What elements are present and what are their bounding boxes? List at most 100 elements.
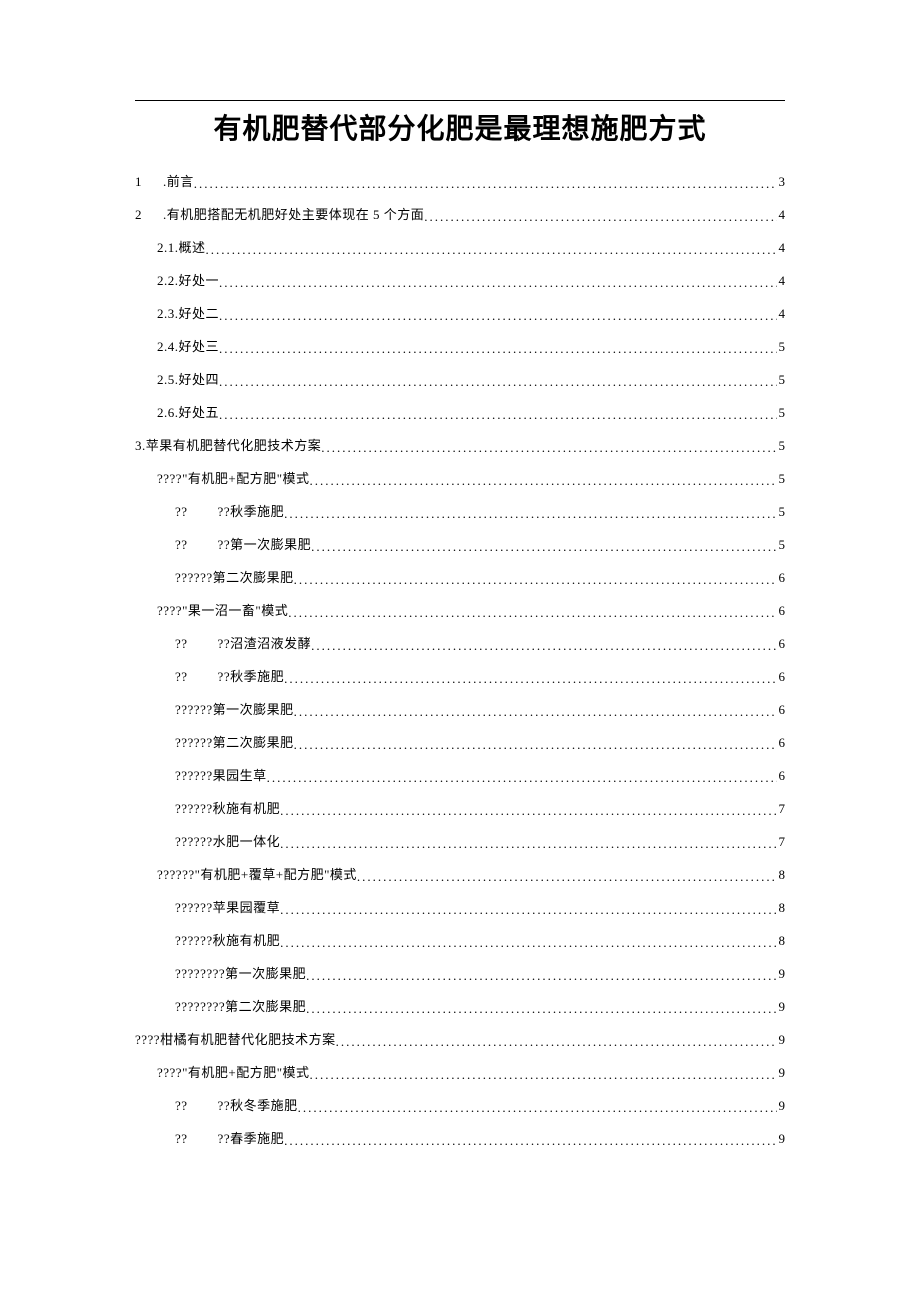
toc-label: ????秋季施肥 bbox=[175, 670, 284, 683]
toc-page-number: 8 bbox=[777, 868, 786, 881]
toc-label: ??????第一次膨果肥 bbox=[175, 703, 294, 716]
page-title: 有机肥替代部分化肥是最理想施肥方式 bbox=[135, 107, 785, 147]
toc-label: ????"果一沼一畜"模式 bbox=[157, 604, 288, 617]
toc-label: ??????秋施有机肥 bbox=[175, 802, 280, 815]
toc-page-number: 5 bbox=[777, 340, 786, 353]
toc-leader bbox=[280, 903, 776, 916]
toc-leader bbox=[280, 936, 776, 949]
toc-label: ??????第二次膨果肥 bbox=[175, 571, 294, 584]
toc-page-number: 6 bbox=[777, 769, 786, 782]
toc-label: ??????果园生草 bbox=[175, 769, 267, 782]
toc-entry: 2.4.好处三 5 bbox=[135, 340, 785, 353]
toc-page-number: 5 bbox=[777, 406, 786, 419]
toc-page-number: 6 bbox=[777, 670, 786, 683]
toc-leader bbox=[310, 1068, 777, 1081]
toc-label: ????沼渣沼液发酵 bbox=[175, 637, 311, 650]
toc-entry: ????第一次膨果肥 5 bbox=[135, 538, 785, 551]
toc-entry: ??????第一次膨果肥 6 bbox=[135, 703, 785, 716]
toc-entry: ????柑橘有机肥替代化肥技术方案 9 bbox=[135, 1033, 785, 1046]
toc-label: 2.3.好处二 bbox=[157, 307, 219, 320]
toc-page-number: 8 bbox=[777, 901, 786, 914]
toc-entry: 2.1.概述 4 bbox=[135, 241, 785, 254]
toc-entry: ????秋季施肥 6 bbox=[135, 670, 785, 683]
toc-page-number: 7 bbox=[777, 802, 786, 815]
toc-entry: ??????第二次膨果肥 6 bbox=[135, 571, 785, 584]
toc-page-number: 5 bbox=[777, 439, 786, 452]
toc-label: ????????第一次膨果肥 bbox=[175, 967, 306, 980]
toc-entry: ????????第二次膨果肥 9 bbox=[135, 1000, 785, 1013]
toc-leader bbox=[284, 1134, 776, 1147]
toc-page-number: 9 bbox=[777, 1000, 786, 1013]
toc-page-number: 5 bbox=[777, 538, 786, 551]
toc-entry: ????????第一次膨果肥 9 bbox=[135, 967, 785, 980]
toc-label: ????柑橘有机肥替代化肥技术方案 bbox=[135, 1033, 336, 1046]
toc-entry: ??????秋施有机肥 7 bbox=[135, 802, 785, 815]
toc-label: ????春季施肥 bbox=[175, 1132, 284, 1145]
toc-entry: ????秋冬季施肥 9 bbox=[135, 1099, 785, 1112]
toc-page-number: 5 bbox=[777, 472, 786, 485]
toc-leader bbox=[219, 375, 776, 388]
toc-page-number: 9 bbox=[777, 1033, 786, 1046]
toc-leader bbox=[206, 243, 777, 256]
toc-leader bbox=[306, 1002, 776, 1015]
table-of-contents: 1.前言 3 2.有机肥搭配无机肥好处主要体现在 5 个方面 4 2.1.概述 4 2.… bbox=[135, 175, 785, 1145]
toc-entry: 2.5.好处四 5 bbox=[135, 373, 785, 386]
toc-entry: 2.2.好处一 4 bbox=[135, 274, 785, 287]
toc-page-number: 9 bbox=[777, 1099, 786, 1112]
toc-page-number: 8 bbox=[777, 934, 786, 947]
toc-leader bbox=[424, 210, 776, 223]
toc-entry: 2.有机肥搭配无机肥好处主要体现在 5 个方面 4 bbox=[135, 208, 785, 221]
toc-label: 2.5.好处四 bbox=[157, 373, 219, 386]
toc-label: ????第一次膨果肥 bbox=[175, 538, 311, 551]
toc-entry: ??????第二次膨果肥 6 bbox=[135, 736, 785, 749]
toc-entry: ????秋季施肥5 bbox=[135, 505, 785, 518]
toc-leader bbox=[336, 1035, 777, 1048]
toc-leader bbox=[288, 606, 776, 619]
toc-label: ????"有机肥+配方肥"模式 bbox=[157, 472, 310, 485]
toc-entry: ??????"有机肥+覆草+配方肥"模式 8 bbox=[135, 868, 785, 881]
toc-page-number: 3 bbox=[777, 175, 786, 188]
toc-entry: ????"有机肥+配方肥"模式 9 bbox=[135, 1066, 785, 1079]
toc-entry: ????春季施肥 9 bbox=[135, 1132, 785, 1145]
toc-entry: 2.3.好处二 4 bbox=[135, 307, 785, 320]
toc-page-number: 4 bbox=[777, 241, 786, 254]
toc-label: ????秋冬季施肥 bbox=[175, 1099, 298, 1112]
toc-label: ????秋季施肥 bbox=[175, 505, 284, 518]
toc-leader bbox=[357, 870, 777, 883]
toc-page-number: 6 bbox=[777, 604, 786, 617]
toc-leader bbox=[311, 540, 776, 553]
toc-leader bbox=[267, 771, 777, 784]
toc-page-number: 7 bbox=[777, 835, 786, 848]
toc-leader bbox=[219, 309, 776, 322]
toc-leader bbox=[321, 441, 776, 454]
toc-leader bbox=[219, 408, 776, 421]
toc-label: 3.苹果有机肥替代化肥技术方案 bbox=[135, 439, 321, 452]
toc-label: 1.前言 bbox=[135, 175, 194, 188]
toc-entry: ??????苹果园覆草 8 bbox=[135, 901, 785, 914]
toc-label: ??????第二次膨果肥 bbox=[175, 736, 294, 749]
toc-entry: 2.6.好处五 5 bbox=[135, 406, 785, 419]
toc-entry: ????沼渣沼液发酵 6 bbox=[135, 637, 785, 650]
toc-label: ??????"有机肥+覆草+配方肥"模式 bbox=[157, 868, 357, 881]
toc-leader bbox=[311, 639, 776, 652]
toc-label: ??????水肥一体化 bbox=[175, 835, 280, 848]
toc-leader bbox=[219, 276, 776, 289]
toc-page-number: 9 bbox=[777, 967, 786, 980]
toc-label: ??????苹果园覆草 bbox=[175, 901, 280, 914]
toc-leader bbox=[194, 177, 777, 190]
toc-page-number: 6 bbox=[777, 736, 786, 749]
toc-leader bbox=[219, 342, 776, 355]
toc-leader bbox=[306, 969, 776, 982]
toc-page-number: 6 bbox=[777, 703, 786, 716]
toc-entry: 1.前言 3 bbox=[135, 175, 785, 188]
toc-page-number: 6 bbox=[777, 637, 786, 650]
toc-entry: ????"果一沼一畜"模式 6 bbox=[135, 604, 785, 617]
toc-leader bbox=[294, 573, 777, 586]
toc-entry: ??????秋施有机肥 8 bbox=[135, 934, 785, 947]
toc-page-number: 4 bbox=[777, 208, 786, 221]
toc-label: ????????第二次膨果肥 bbox=[175, 1000, 306, 1013]
toc-page-number: 5 bbox=[777, 373, 786, 386]
toc-label: 2.6.好处五 bbox=[157, 406, 219, 419]
toc-leader bbox=[284, 672, 776, 685]
toc-page-number: 9 bbox=[777, 1132, 786, 1145]
